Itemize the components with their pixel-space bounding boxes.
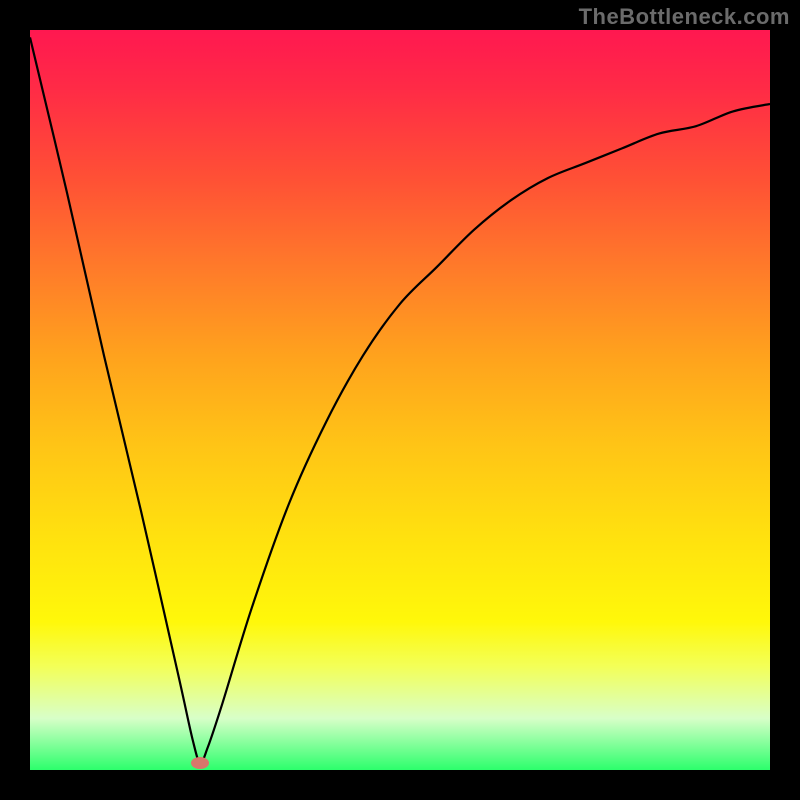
optimum-marker (191, 757, 209, 769)
plot-area (30, 30, 770, 770)
bottleneck-curve (30, 30, 770, 770)
curve-path (30, 37, 770, 762)
attribution-text: TheBottleneck.com (579, 4, 790, 30)
